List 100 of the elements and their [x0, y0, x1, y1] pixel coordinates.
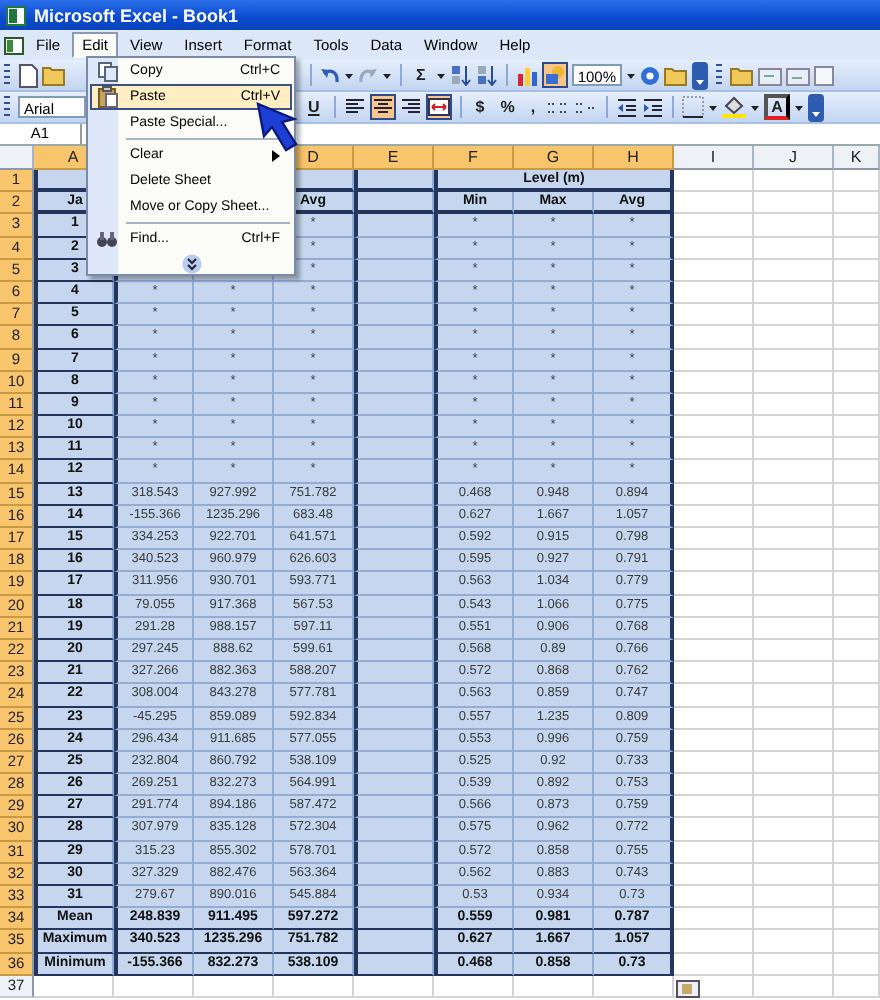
table-cell [674, 259, 754, 282]
merge-center-button[interactable] [425, 94, 452, 120]
table-cell [274, 975, 354, 998]
table-cell [834, 438, 880, 461]
dropdown-caret-icon[interactable] [382, 71, 392, 79]
sort-ascending-icon[interactable] [449, 64, 472, 86]
table-cell [754, 684, 834, 707]
table-cell [754, 707, 834, 730]
column-header[interactable]: G [514, 146, 594, 170]
increase-decimal-icon[interactable] [545, 97, 570, 117]
table-cell [754, 214, 834, 238]
align-center-icon [371, 96, 394, 118]
column-header[interactable]: E [354, 146, 434, 170]
underline-button[interactable]: U [302, 94, 326, 120]
table-cell [354, 192, 434, 215]
drawing-button[interactable] [541, 62, 568, 88]
table-cell [834, 886, 880, 909]
table-cell [754, 326, 834, 349]
new-document-icon[interactable] [18, 63, 38, 87]
undo-icon[interactable] [320, 65, 340, 85]
column-header[interactable]: H [594, 146, 674, 170]
table-cell [354, 930, 434, 954]
table-cell [674, 528, 754, 551]
table-cell [754, 863, 834, 886]
table-cell [754, 729, 834, 752]
folder-icon[interactable] [664, 65, 688, 85]
paste-options-icon[interactable] [676, 980, 700, 998]
table-cell [754, 639, 834, 663]
table-cell [674, 483, 754, 506]
table-cell [754, 438, 834, 461]
toolbar-options-icon[interactable] [692, 61, 708, 89]
toolbar-options-icon[interactable] [808, 93, 825, 121]
increase-indent-icon[interactable] [641, 97, 664, 117]
table-cell [834, 617, 880, 640]
decrease-indent-icon[interactable] [615, 97, 638, 117]
comma-style-button[interactable]: , [524, 94, 542, 120]
table-cell [354, 416, 434, 439]
table-cell [674, 863, 754, 886]
dropdown-caret-icon[interactable] [626, 71, 636, 79]
dropdown-caret-icon[interactable] [344, 71, 354, 79]
decrease-decimal-icon[interactable] [573, 97, 598, 117]
table-cell [834, 841, 880, 864]
dropdown-caret-icon[interactable] [707, 103, 718, 111]
table-cell [834, 707, 880, 730]
align-left-icon[interactable] [343, 96, 366, 118]
center-button[interactable] [369, 94, 396, 120]
workbook-icon[interactable] [4, 35, 24, 55]
select-all-corner[interactable] [0, 146, 34, 170]
table-cell [754, 281, 834, 305]
table-cell [754, 192, 834, 215]
font-color-button[interactable]: A [763, 94, 791, 120]
sort-descending-icon[interactable] [475, 64, 498, 86]
document-icon[interactable] [814, 65, 834, 85]
align-right-icon[interactable] [399, 96, 422, 118]
reply-icon[interactable] [758, 65, 782, 85]
table-cell [354, 505, 434, 528]
arrow-cursor-icon [256, 102, 300, 154]
table-cell [674, 818, 754, 842]
table-cell [834, 371, 880, 394]
table-cell [354, 975, 434, 998]
table-cell [754, 259, 834, 282]
table-cell [754, 572, 834, 596]
column-header[interactable]: I [674, 146, 754, 170]
open-folder-icon[interactable] [42, 64, 66, 86]
table-cell [354, 953, 434, 976]
folder-icon[interactable] [730, 65, 754, 85]
table-cell [354, 170, 434, 193]
table-cell [834, 505, 880, 528]
forward-icon[interactable] [786, 65, 810, 85]
table-cell [354, 595, 434, 618]
dropdown-caret-icon[interactable] [794, 103, 805, 111]
table-cell [754, 908, 834, 931]
table-cell [834, 192, 880, 215]
column-header[interactable]: F [434, 146, 514, 170]
table-cell [754, 371, 834, 394]
fill-color-icon[interactable] [721, 96, 746, 118]
table-cell [354, 639, 434, 663]
excel-logo-icon [6, 5, 26, 25]
dropdown-caret-icon[interactable] [435, 71, 446, 79]
table-cell [354, 326, 434, 349]
column-header[interactable]: J [754, 146, 834, 170]
table-cell [834, 774, 880, 797]
column-header[interactable]: K [834, 146, 880, 170]
help-icon[interactable] [640, 65, 660, 85]
table-cell [354, 528, 434, 551]
percent-button[interactable]: % [494, 94, 521, 120]
table-cell [834, 550, 880, 573]
autosum-button[interactable]: Σ [410, 62, 432, 88]
table-cell [834, 349, 880, 372]
table-cell [354, 237, 434, 260]
binoculars-icon [96, 230, 118, 248]
dropdown-caret-icon[interactable] [749, 103, 760, 111]
borders-icon[interactable] [681, 96, 704, 118]
expand-chevron-icon[interactable] [181, 253, 201, 273]
bar-chart-icon[interactable] [515, 64, 538, 86]
table-cell [354, 349, 434, 372]
table-cell [354, 684, 434, 707]
currency-button[interactable]: $ [469, 94, 491, 120]
table-cell [674, 595, 754, 618]
table-cell [834, 393, 880, 417]
